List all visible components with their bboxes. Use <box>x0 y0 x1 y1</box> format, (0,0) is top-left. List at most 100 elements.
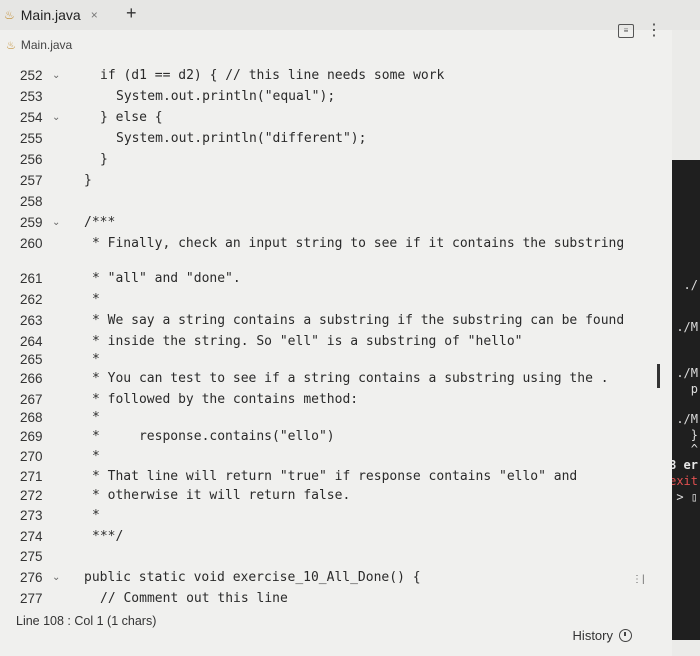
code-line[interactable]: 261 * "all" and "done". <box>0 269 660 289</box>
tab-main-java[interactable]: ♨ Main.java × <box>4 2 120 28</box>
console-panel[interactable]: ./ ./M ./M p ./M} ^ 8 er exit > ▯ <box>672 160 700 640</box>
code-text: * You can test to see if a string contai… <box>92 371 609 386</box>
code-text: * otherwise it will return false. <box>92 488 351 503</box>
code-line[interactable]: 258 <box>0 192 660 212</box>
code-text: * <box>92 410 100 425</box>
code-text: * <box>92 352 100 367</box>
code-text: if (d1 == d2) { // this line needs some … <box>100 68 445 83</box>
code-line[interactable]: 263 * We say a string contains a substrin… <box>0 311 660 331</box>
console-output-line: > ▯ <box>676 490 698 504</box>
console-output-line: ./M <box>676 366 698 380</box>
line-number: 266 <box>20 371 43 386</box>
code-line[interactable]: 252 ⌄ if (d1 == d2) { // this line needs s… <box>0 66 660 86</box>
close-icon[interactable]: × <box>91 8 98 22</box>
code-line[interactable]: 276 ⌄ public static void exercise_10_All_D… <box>0 568 660 588</box>
breadcrumb-file[interactable]: Main.java <box>21 38 72 52</box>
code-line[interactable]: 267 * followed by the contains method: <box>0 390 660 410</box>
code-line[interactable]: 270 * <box>0 447 660 467</box>
code-text: } else { <box>100 110 163 125</box>
line-number: 261 <box>20 271 43 286</box>
code-text: * Finally, check an input string to see … <box>92 236 625 251</box>
line-number: 275 <box>20 549 43 564</box>
preview-icon[interactable]: ≡ <box>618 24 634 38</box>
console-output-line: 8 er <box>672 458 698 472</box>
code-text: * <box>92 508 100 523</box>
line-number: 258 <box>20 194 43 209</box>
code-line[interactable]: 268 * <box>0 408 660 428</box>
code-text: } <box>100 152 108 167</box>
code-text: ***/ <box>92 529 124 544</box>
code-text: public static void exercise_10_All_Done(… <box>84 570 421 585</box>
line-number: 269 <box>20 429 43 444</box>
editor-toolbar: ≡ ⋮ <box>618 23 662 39</box>
fold-chevron-icon[interactable]: ⌄ <box>52 568 60 588</box>
tab-bar: ♨ Main.java × + <box>0 0 700 30</box>
code-text: /*** <box>84 215 116 230</box>
code-text: * <box>92 449 100 464</box>
console-output-line: p <box>690 382 698 396</box>
code-editor[interactable]: ♨ Main.java ≡ ⋮ 252 ⌄ if (d1 == d2) { // t… <box>0 23 672 656</box>
code-line[interactable]: 260 * Finally, check an input string to s… <box>0 234 660 254</box>
code-line[interactable]: 273 * <box>0 506 660 526</box>
status-bar: Line 108 : Col 1 (1 chars) History <box>0 606 672 654</box>
line-number: 263 <box>20 313 43 328</box>
code-line[interactable]: 266 * You can test to see if a string con… <box>0 369 660 389</box>
line-number: 262 <box>20 292 43 307</box>
fold-chevron-icon[interactable]: ⌄ <box>52 213 60 233</box>
more-options-icon[interactable]: ⋮ <box>646 23 662 39</box>
code-line[interactable]: 272 * otherwise it will return false. <box>0 486 660 506</box>
line-number: 265 <box>20 352 43 367</box>
code-text: * response.contains("ello") <box>92 429 335 444</box>
code-text: * That line will return "true" if respon… <box>92 469 578 484</box>
code-line[interactable]: 269 * response.contains("ello") <box>0 427 660 447</box>
code-line[interactable]: 255 System.out.println("different"); <box>0 129 660 149</box>
code-text: } <box>84 173 92 188</box>
fold-chevron-icon[interactable]: ⌄ <box>52 66 60 86</box>
line-number: 271 <box>20 469 43 484</box>
breadcrumb: ♨ Main.java <box>6 38 72 52</box>
line-number: 267 <box>20 392 43 407</box>
code-text: * inside the string. So "ell" is a subst… <box>92 334 523 349</box>
add-tab-button[interactable]: + <box>126 3 137 24</box>
code-line[interactable]: 256} <box>0 150 660 170</box>
console-output-line: ./M <box>676 412 698 426</box>
console-output-line: exit <box>672 474 698 488</box>
code-line[interactable]: 274 ***/ <box>0 527 660 547</box>
code-line[interactable]: 254 ⌄} else { <box>0 108 660 128</box>
fold-chevron-icon[interactable]: ⌄ <box>52 108 60 128</box>
code-line[interactable]: 264 * inside the string. So "ell" is a su… <box>0 332 660 352</box>
resize-handle-icon[interactable]: ⋮| <box>632 574 645 585</box>
cursor-position[interactable]: Line 108 : Col 1 (1 chars) <box>16 614 156 628</box>
console-output-line: ./M <box>676 320 698 334</box>
line-number: 255 <box>20 131 43 146</box>
history-label: History <box>572 628 613 643</box>
line-number: 260 <box>20 236 43 251</box>
code-line[interactable]: 265 * <box>0 350 660 370</box>
java-file-icon: ♨ <box>4 8 15 22</box>
code-line[interactable]: 262 * <box>0 290 660 310</box>
code-text: System.out.println("different"); <box>116 131 367 146</box>
line-number: 270 <box>20 449 43 464</box>
code-line[interactable]: 259 ⌄/*** <box>0 213 660 233</box>
line-number: 274 <box>20 529 43 544</box>
code-line[interactable]: 275 <box>0 547 660 567</box>
code-line[interactable]: 253 System.out.println("equal"); <box>0 87 660 107</box>
line-number: 264 <box>20 334 43 349</box>
line-number: 268 <box>20 410 43 425</box>
line-number: 272 <box>20 488 43 503</box>
history-icon <box>619 629 632 642</box>
code-text: * <box>92 292 100 307</box>
console-output-line: } <box>690 428 698 442</box>
console-output-line: ./ <box>683 278 698 292</box>
code-text: * followed by the contains method: <box>92 392 359 407</box>
code-line[interactable]: 257} <box>0 171 660 191</box>
line-number: 257 <box>20 173 43 188</box>
line-number: 256 <box>20 152 43 167</box>
line-number: 253 <box>20 89 43 104</box>
scrollbar[interactable] <box>657 364 660 388</box>
line-number: 273 <box>20 508 43 523</box>
code-text: * We say a string contains a substring i… <box>92 313 625 328</box>
history-button[interactable]: History <box>573 628 632 643</box>
tab-label: Main.java <box>20 7 81 23</box>
code-line[interactable]: 271 * That line will return "true" if res… <box>0 467 660 487</box>
